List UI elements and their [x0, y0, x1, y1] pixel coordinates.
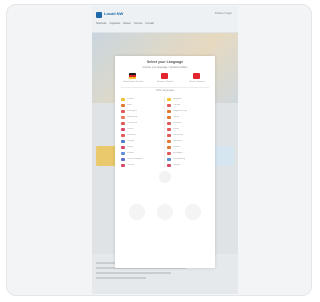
- language-option[interactable]: Россия: [121, 162, 165, 168]
- language-label: România: [173, 140, 182, 142]
- flag-icon: [167, 121, 171, 125]
- flag-icon: [167, 103, 171, 107]
- footer-text-line: [96, 277, 146, 279]
- language-label: Suomi: [173, 128, 180, 130]
- flag-icon: [167, 133, 171, 137]
- flag-icon: [121, 145, 125, 149]
- flag-icon: [167, 139, 171, 143]
- language-label: Norge: [127, 146, 133, 148]
- flag-icon: [167, 151, 171, 155]
- flag-icon: [121, 127, 125, 131]
- footer-text-line: [96, 272, 171, 274]
- faded-circle: [185, 204, 201, 220]
- switzerland-flag-icon[interactable]: [161, 73, 168, 79]
- flag-icon: [167, 127, 171, 131]
- language-label: Italia: [127, 104, 132, 106]
- flag-icon: [167, 97, 171, 101]
- divider: [121, 87, 209, 88]
- modal-subtitle: Choose your language / Sprache wählen: [142, 66, 188, 69]
- flag-icon: [121, 133, 125, 137]
- flag-icon: [167, 145, 171, 149]
- flag-icon: [121, 151, 125, 155]
- language-label: United Kingdom: [127, 158, 143, 160]
- language-label: Česko: [173, 116, 180, 118]
- faded-circle: [159, 171, 171, 183]
- flag-icon: [121, 121, 125, 125]
- flag-icon: [121, 163, 125, 167]
- primary-language-option[interactable]: Schweiz / Deutsch: [154, 81, 176, 83]
- language-label: España: [127, 98, 135, 100]
- language-label: Slovensko: [173, 134, 184, 136]
- website-screenshot: Locali NW Partner login Startseite Angeb…: [92, 6, 238, 294]
- primary-language-option[interactable]: Suisse / Français: [186, 81, 208, 83]
- partner-login-link[interactable]: Partner login: [215, 11, 232, 15]
- faded-circle: [157, 204, 173, 220]
- flag-icon: [121, 139, 125, 143]
- nav-item[interactable]: Angebote: [110, 22, 121, 28]
- language-label: Nederland: [127, 116, 138, 118]
- flag-icon: [167, 163, 171, 167]
- nav-item[interactable]: Startseite: [96, 22, 107, 28]
- language-selector-modal: Select your Language Choose your languag…: [115, 56, 215, 268]
- language-label: Magyarország: [173, 110, 187, 112]
- switzerland-flag-icon[interactable]: [193, 73, 200, 79]
- flag-icon: [121, 97, 125, 101]
- flag-icon: [167, 157, 171, 161]
- language-label: България: [173, 152, 183, 154]
- site-header: Locali NW Partner login Startseite Angeb…: [92, 6, 238, 32]
- modal-title: Select your Language: [146, 60, 184, 64]
- flag-icon: [121, 109, 125, 113]
- flag-icon: [121, 103, 125, 107]
- flag-icon: [167, 115, 171, 119]
- language-list-left: España Italia Português Nederland Österreich…: [121, 96, 165, 168]
- nav-item[interactable]: Reisen: [123, 22, 131, 28]
- language-label: Belgique: [173, 98, 182, 100]
- language-label: Polska: [127, 128, 134, 130]
- germany-flag-icon[interactable]: [129, 73, 136, 79]
- language-label: Hrvatska: [173, 122, 182, 124]
- language-label: Ireland: [173, 146, 180, 148]
- language-label: Türkiye: [173, 104, 181, 106]
- flag-icon: [121, 115, 125, 119]
- logo-icon: [96, 12, 102, 18]
- language-option[interactable]: Србија: [167, 162, 211, 168]
- nav-item[interactable]: Kontakt: [145, 22, 153, 28]
- language-label: Россия: [127, 164, 135, 166]
- column-divider: [164, 96, 165, 168]
- language-label: Sverige: [127, 140, 135, 142]
- nav-item[interactable]: Service: [134, 22, 142, 28]
- language-list-right: Belgique Türkiye Magyarország Česko Hrvatska…: [167, 96, 211, 168]
- language-label: Србија: [173, 164, 180, 166]
- language-label: Danmark: [127, 134, 136, 136]
- flag-icon: [121, 157, 125, 161]
- other-languages-heading: Other languages: [155, 89, 175, 92]
- flag-icon: [167, 109, 171, 113]
- main-nav: Startseite Angebote Reisen Service Konta…: [92, 22, 238, 28]
- language-label: Österreich: [127, 122, 138, 124]
- language-label: Ελλάδα: [127, 152, 135, 154]
- site-logo[interactable]: Locali NW: [104, 11, 123, 16]
- primary-language-option[interactable]: Deutschland / Deutsch: [122, 81, 144, 83]
- language-label: Luxembourg: [173, 158, 186, 160]
- faded-circle: [129, 204, 145, 220]
- language-label: Português: [127, 110, 137, 112]
